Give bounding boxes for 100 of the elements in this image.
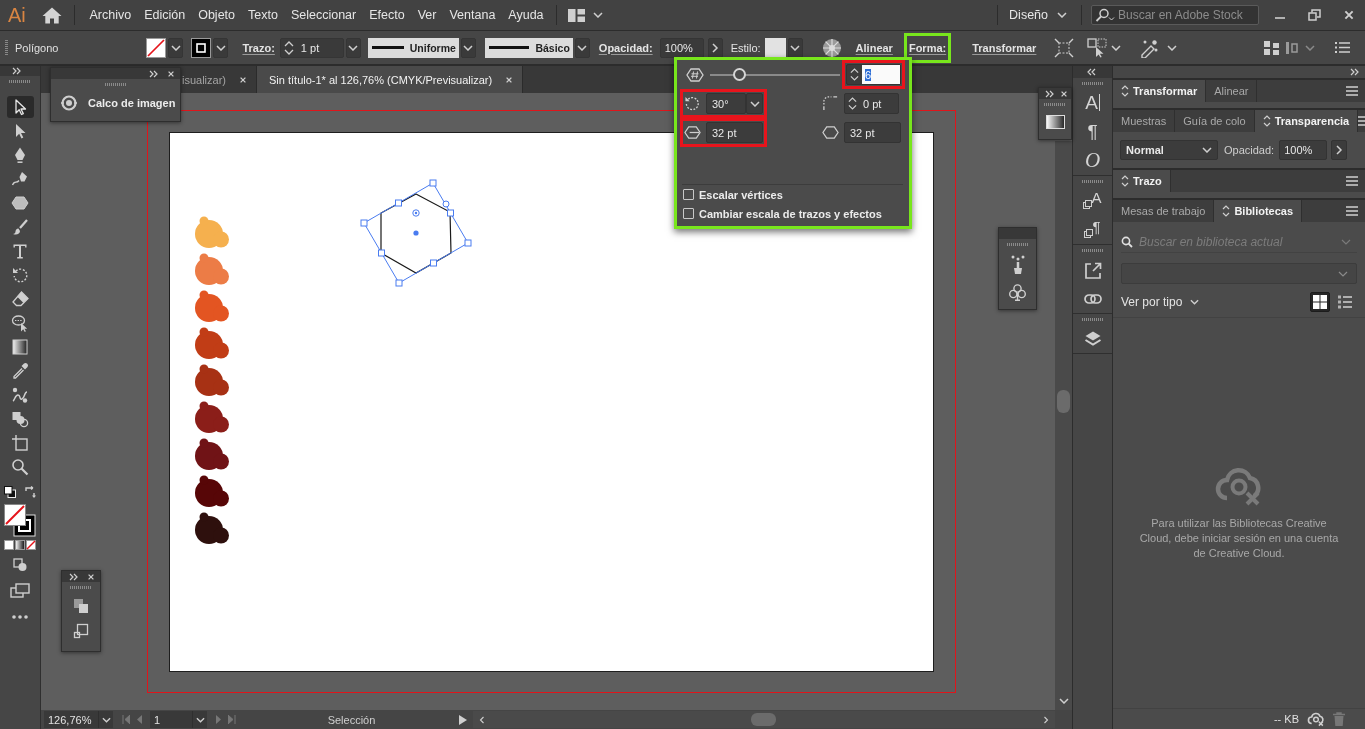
opacity-slider-button[interactable] xyxy=(707,37,723,58)
bars-icon[interactable] xyxy=(1285,39,1301,56)
document-tab[interactable]: Sin título-1* al 126,76% (CMYK/Previsualizar) xyxy=(257,66,524,93)
double-chevron-icon[interactable] xyxy=(69,572,78,581)
drag-grip-icon[interactable] xyxy=(9,80,31,83)
spinner-arrows-icon[interactable] xyxy=(848,97,857,110)
dashed-frame-icon[interactable] xyxy=(1054,37,1075,58)
panel-menu-icon[interactable] xyxy=(1335,41,1350,54)
resize-handle[interactable] xyxy=(360,219,368,227)
close-icon[interactable] xyxy=(505,75,514,84)
close-icon[interactable] xyxy=(1060,89,1068,98)
club-icon[interactable] xyxy=(1009,284,1026,301)
chevron-right-icon[interactable] xyxy=(1043,714,1049,725)
solid-color-icon[interactable] xyxy=(4,540,14,550)
vertical-scrollbar[interactable] xyxy=(1055,141,1072,710)
paragraph-button[interactable]: ¶ xyxy=(1077,117,1108,146)
dropdown-button[interactable] xyxy=(168,37,184,58)
menu-item[interactable]: Texto xyxy=(241,0,285,30)
tool-button[interactable] xyxy=(6,96,34,118)
panel-tab[interactable]: Muestras xyxy=(1113,110,1176,132)
resize-handle[interactable] xyxy=(378,249,385,257)
character-button[interactable]: A xyxy=(1077,88,1108,117)
fill-stroke-icon[interactable] xyxy=(4,504,36,537)
checkbox[interactable] xyxy=(683,208,694,219)
resize-handle[interactable] xyxy=(395,279,403,287)
double-chevron-icon[interactable] xyxy=(1087,68,1096,76)
double-chevron-icon[interactable] xyxy=(149,69,158,78)
option-label[interactable]: Cambiar escala de trazos y efectos xyxy=(699,207,882,220)
search-icon[interactable] xyxy=(1121,235,1133,248)
dropdown-button[interactable] xyxy=(345,37,361,58)
panel-menu-icon[interactable] xyxy=(1346,206,1358,216)
panel-tab[interactable]: Alinear xyxy=(1206,80,1258,102)
dropdown-button[interactable] xyxy=(213,37,229,58)
close-icon[interactable] xyxy=(167,69,175,78)
panel-tab[interactable]: Guía de colo xyxy=(1175,110,1255,132)
more-icon[interactable] xyxy=(12,615,28,619)
slider-thumb[interactable] xyxy=(733,68,747,81)
panel-menu-icon[interactable] xyxy=(1346,86,1358,96)
opacity-slider-button[interactable] xyxy=(1331,140,1348,160)
brush-dropdown[interactable]: Básico xyxy=(484,37,573,58)
opacity-link[interactable]: Opacidad: xyxy=(598,41,653,54)
drag-grip-icon[interactable] xyxy=(1081,82,1104,85)
character-styles-button[interactable]: A xyxy=(1077,186,1108,215)
four-squares-icon[interactable] xyxy=(1263,39,1281,56)
double-chevron-icon[interactable] xyxy=(12,67,21,75)
no-fill-swatch[interactable] xyxy=(146,37,167,58)
toolbar-link[interactable]: Transformar xyxy=(972,41,1037,54)
double-chevron-icon[interactable] xyxy=(1350,68,1359,76)
view-filter[interactable]: Ver por tipo xyxy=(1121,295,1200,309)
opacity-field[interactable]: 100% xyxy=(659,37,704,58)
chevron-left-icon[interactable] xyxy=(479,714,485,725)
angle-dropdown[interactable]: 30° xyxy=(706,93,746,114)
swap-arrows-icon[interactable] xyxy=(24,486,36,498)
double-chevron-icon[interactable] xyxy=(1045,89,1054,98)
panel-menu-icon[interactable] xyxy=(1346,176,1358,186)
export-icon[interactable] xyxy=(1083,260,1102,279)
menu-item[interactable]: Archivo xyxy=(83,0,138,30)
play-icon[interactable] xyxy=(459,714,467,725)
panel-tab[interactable]: Trazo xyxy=(1113,170,1171,192)
document-tab[interactable]: isualizar) xyxy=(182,66,257,93)
home-icon[interactable] xyxy=(42,6,62,24)
workspace-switcher[interactable]: Diseño xyxy=(1009,8,1067,22)
close-icon[interactable] xyxy=(87,572,95,581)
gradient-swatch-icon[interactable] xyxy=(15,540,25,550)
dropdown-button[interactable] xyxy=(574,37,590,58)
drag-grip-icon[interactable] xyxy=(1081,180,1104,183)
color-wheel-icon[interactable] xyxy=(821,37,842,58)
panel-header[interactable] xyxy=(1039,88,1071,99)
spinner-arrows-icon[interactable] xyxy=(283,40,294,55)
panel-header[interactable] xyxy=(62,571,100,582)
drag-grip-icon[interactable] xyxy=(1081,249,1104,252)
stroke-swatch[interactable] xyxy=(191,37,212,58)
pencil-dots-icon[interactable] xyxy=(1139,37,1160,58)
drag-grip-icon[interactable] xyxy=(1044,103,1066,106)
dropdown-button[interactable] xyxy=(460,37,476,58)
spinner-arrows-icon[interactable] xyxy=(850,68,859,81)
chevron-down-icon[interactable] xyxy=(1058,698,1069,704)
toolbar-link[interactable]: Alinear xyxy=(855,41,893,54)
menu-item[interactable]: Efecto xyxy=(362,0,412,30)
drag-grip-icon[interactable] xyxy=(1081,318,1104,321)
panel-tab[interactable]: Bibliotecas xyxy=(1214,200,1303,222)
close-icon[interactable] xyxy=(1343,9,1355,21)
opacity-field[interactable]: 100% xyxy=(1279,140,1328,160)
resize-handle[interactable] xyxy=(429,179,437,187)
layout-grid-icon[interactable] xyxy=(568,8,586,22)
restore-icon[interactable] xyxy=(1308,9,1321,21)
side-length-field[interactable]: 32 pt xyxy=(706,122,763,143)
panel-title[interactable]: Calco de imagen xyxy=(88,97,176,109)
dropdown-button[interactable] xyxy=(98,711,113,728)
zoom-field[interactable]: 126,76% xyxy=(44,711,98,728)
rotate-handle[interactable] xyxy=(442,200,450,208)
corner-radius-field[interactable]: 0 pt xyxy=(844,93,899,114)
option-label[interactable]: Escalar vértices xyxy=(699,188,783,201)
resize-handle[interactable] xyxy=(447,209,454,217)
menu-item[interactable]: Seleccionar xyxy=(284,0,363,30)
artboard-number-field[interactable]: 1 xyxy=(150,711,192,728)
nested-squares-icon[interactable] xyxy=(73,623,89,639)
checkbox[interactable] xyxy=(683,189,694,200)
drag-grip-icon[interactable] xyxy=(1006,243,1029,246)
scroll-thumb[interactable] xyxy=(751,713,776,726)
